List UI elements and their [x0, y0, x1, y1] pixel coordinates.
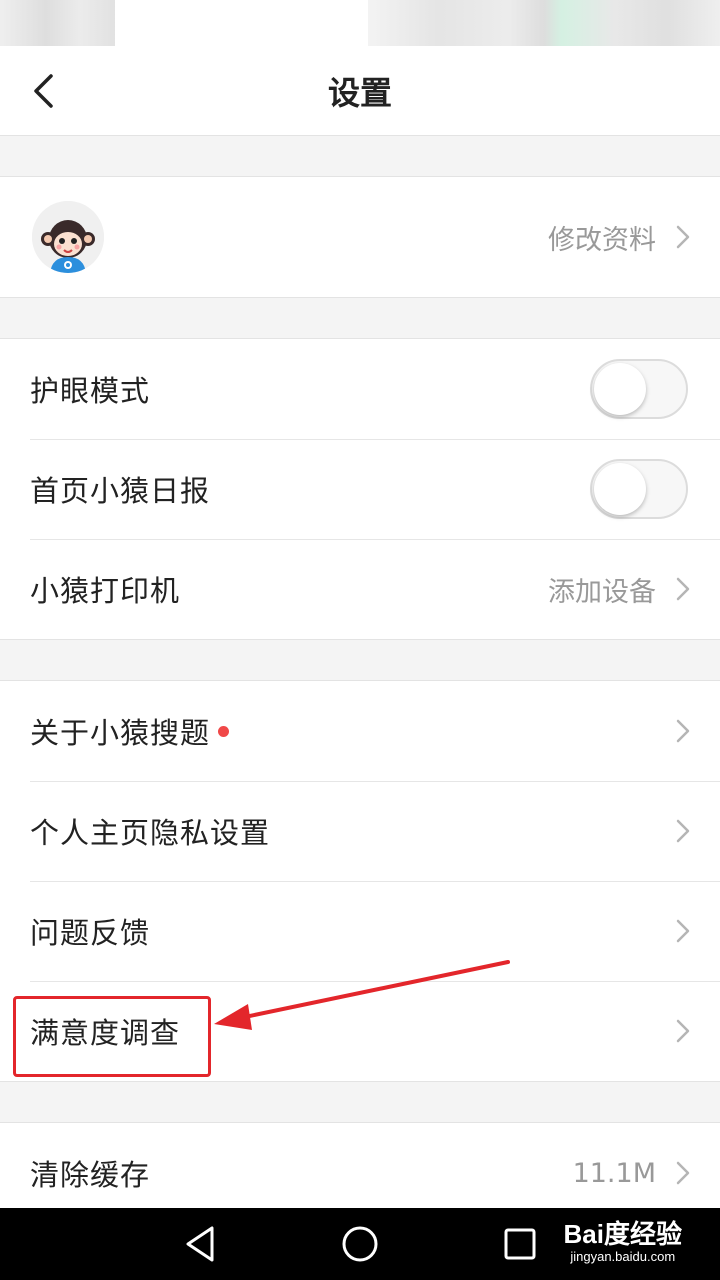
square-recents-icon	[504, 1228, 536, 1260]
profile-section: 修改资料	[0, 176, 720, 298]
system-recents-button[interactable]	[498, 1222, 542, 1266]
printer-label: 小猿打印机	[30, 574, 181, 608]
chevron-right-icon	[676, 225, 690, 249]
circle-home-icon	[342, 1226, 378, 1262]
chevron-right-icon	[676, 1019, 690, 1043]
back-arrow-icon	[34, 74, 53, 108]
watermark-logo: Bai度经验	[563, 1219, 682, 1249]
chevron-right-icon	[676, 919, 690, 943]
notification-dot	[218, 726, 229, 737]
triangle-back-icon	[186, 1226, 214, 1262]
annotation-highlight-box	[13, 996, 211, 1077]
system-navigation-bar: Bai度经验 jingyan.baidu.com	[0, 1208, 720, 1280]
top-nav-bar: 设置	[0, 46, 720, 136]
eye-care-mode-label: 护眼模式	[30, 374, 151, 408]
about-label: 关于小猿搜题	[30, 716, 211, 750]
status-bar	[0, 0, 720, 46]
page-title: 设置	[327, 74, 392, 112]
status-bar-blur-left	[0, 0, 115, 46]
clear-cache-label: 清除缓存	[30, 1158, 151, 1192]
avatar	[32, 201, 104, 273]
toggle-knob	[594, 363, 646, 415]
system-home-button[interactable]	[338, 1222, 382, 1266]
add-device-label: 添加设备	[548, 576, 656, 608]
back-button[interactable]	[18, 66, 68, 116]
homepage-daily-row: 首页小猿日报	[0, 439, 720, 539]
status-bar-blur-right	[368, 0, 720, 46]
feedback-label: 问题反馈	[30, 916, 151, 950]
watermark-url: jingyan.baidu.com	[570, 1249, 676, 1264]
cache-section: 清除缓存 11.1M	[0, 1122, 720, 1212]
homepage-daily-label: 首页小猿日报	[30, 474, 211, 508]
edit-profile-label: 修改资料	[548, 224, 656, 256]
privacy-settings-label: 个人主页隐私设置	[30, 816, 271, 850]
cache-size-value: 11.1M	[572, 1157, 656, 1189]
eye-care-mode-toggle[interactable]	[590, 359, 688, 419]
about-row[interactable]: 关于小猿搜题	[0, 681, 720, 781]
chevron-right-icon	[676, 1161, 690, 1185]
profile-row[interactable]: 修改资料	[0, 177, 720, 297]
monkey-mascot-icon	[32, 201, 104, 273]
privacy-settings-row[interactable]: 个人主页隐私设置	[0, 781, 720, 881]
clear-cache-row[interactable]: 清除缓存 11.1M	[0, 1123, 720, 1212]
preferences-section: 护眼模式 首页小猿日报 小猿打印机 添加设备	[0, 338, 720, 640]
toggle-knob	[594, 463, 646, 515]
baidu-jingyan-watermark: Bai度经验 jingyan.baidu.com	[564, 1214, 682, 1264]
system-back-button[interactable]	[178, 1222, 222, 1266]
homepage-daily-toggle[interactable]	[590, 459, 688, 519]
feedback-row[interactable]: 问题反馈	[0, 881, 720, 981]
eye-care-mode-row: 护眼模式	[0, 339, 720, 439]
chevron-right-icon	[676, 719, 690, 743]
printer-row[interactable]: 小猿打印机 添加设备	[0, 539, 720, 639]
chevron-right-icon	[676, 577, 690, 601]
chevron-right-icon	[676, 819, 690, 843]
